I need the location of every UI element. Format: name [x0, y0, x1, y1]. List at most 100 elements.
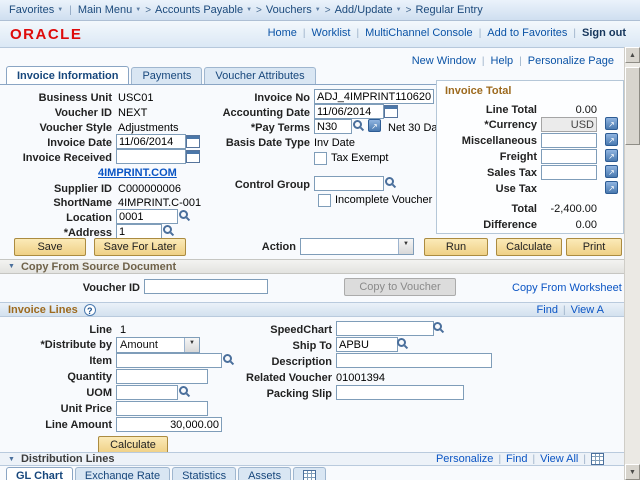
action-select[interactable]	[300, 238, 414, 255]
distribute-by-value: Amount	[120, 339, 158, 351]
new-window-link[interactable]: New Window	[412, 55, 476, 67]
supplier-website-link[interactable]: 4IMPRINT.COM	[98, 167, 177, 179]
find-link[interactable]: Find	[537, 304, 558, 316]
ship-to-label: Ship To	[292, 340, 332, 352]
location-input[interactable]	[116, 209, 178, 224]
distribute-by-select[interactable]: Amount	[116, 337, 200, 353]
multichannel-console-link[interactable]: MultiChannel Console	[365, 27, 473, 39]
tax-exempt-checkbox[interactable]	[314, 152, 327, 165]
uom-input[interactable]	[116, 385, 178, 400]
breadcrumb-add-update[interactable]: Add/Update	[335, 4, 402, 16]
distribution-title: Distribution Lines	[20, 453, 115, 465]
breadcrumb-regular-entry[interactable]: Regular Entry	[415, 4, 482, 16]
miscellaneous-detail-icon[interactable]	[605, 133, 618, 146]
supplier-id-label: Supplier ID	[53, 183, 112, 195]
worklist-link[interactable]: Worklist	[312, 27, 351, 39]
vertical-scrollbar[interactable]	[624, 47, 640, 480]
find-link[interactable]: Find	[506, 453, 527, 465]
unit-price-input[interactable]	[116, 401, 208, 416]
copy-from-worksheet-link[interactable]: Copy From Worksheet	[512, 282, 622, 294]
sales-tax-input[interactable]	[541, 165, 597, 180]
location-lookup-icon[interactable]	[178, 209, 191, 222]
line-amount-input[interactable]	[116, 417, 222, 432]
help-icon[interactable]	[83, 303, 96, 316]
speedchart-lookup-icon[interactable]	[432, 321, 445, 334]
breadcrumb-vouchers[interactable]: Vouchers	[266, 4, 321, 16]
show-all-columns-icon	[303, 470, 317, 480]
invoice-received-input[interactable]	[116, 149, 186, 164]
scrollbar-thumb[interactable]	[625, 67, 640, 145]
tab-exchange-rate[interactable]: Exchange Rate	[74, 467, 171, 480]
line-amount-label: Line Amount	[45, 419, 112, 431]
chevron-down-icon[interactable]	[398, 239, 413, 254]
freight-detail-icon[interactable]	[605, 149, 618, 162]
control-group-input[interactable]	[314, 176, 384, 191]
view-all-link[interactable]: View All	[540, 453, 578, 465]
save-button[interactable]: Save	[14, 238, 86, 256]
run-button[interactable]: Run	[424, 238, 488, 256]
breadcrumb-favorites[interactable]: Favorites	[9, 4, 63, 16]
collapse-icon[interactable]: ▼	[8, 263, 15, 270]
use-tax-detail-icon[interactable]	[605, 181, 618, 194]
add-to-favorites-link[interactable]: Add to Favorites	[487, 27, 567, 39]
tab-invoice-information[interactable]: Invoice Information	[6, 66, 130, 85]
pay-terms-input[interactable]	[314, 119, 352, 134]
accounting-date-label: Accounting Date	[222, 107, 310, 119]
collapse-icon[interactable]: ▼	[8, 456, 15, 463]
scroll-up-icon[interactable]	[625, 47, 640, 63]
home-link[interactable]: Home	[268, 27, 297, 39]
freight-input[interactable]	[541, 149, 597, 164]
address-lookup-icon[interactable]	[162, 224, 175, 237]
calculate-button[interactable]: Calculate	[496, 238, 562, 256]
voucher-id-label: Voucher ID	[54, 107, 112, 119]
quantity-input[interactable]	[116, 369, 208, 384]
sales-tax-detail-icon[interactable]	[605, 165, 618, 178]
address-input[interactable]	[116, 224, 162, 239]
breadcrumb-accounts-payable[interactable]: Accounts Payable	[155, 4, 252, 16]
accounting-date-calendar-icon[interactable]	[384, 105, 398, 118]
packing-slip-label: Packing Slip	[266, 388, 332, 400]
tab-show-all-columns[interactable]	[293, 467, 327, 480]
chevron-down-icon[interactable]	[184, 338, 199, 352]
tab-statistics[interactable]: Statistics	[172, 467, 237, 480]
view-all-link[interactable]: View A	[571, 304, 604, 316]
description-label: Description	[271, 356, 332, 368]
currency-detail-icon[interactable]	[605, 117, 618, 130]
invoice-received-calendar-icon[interactable]	[186, 150, 200, 163]
packing-slip-input[interactable]	[336, 385, 464, 400]
help-link[interactable]: Help	[491, 55, 514, 67]
miscellaneous-input[interactable]	[541, 133, 597, 148]
business-unit-label: Business Unit	[38, 92, 112, 104]
unit-price-label: Unit Price	[60, 403, 112, 415]
tab-voucher-attributes[interactable]: Voucher Attributes	[204, 67, 316, 85]
separator	[482, 55, 485, 67]
personalize-link[interactable]: Personalize	[436, 453, 493, 465]
pay-terms-detail-icon[interactable]	[368, 119, 381, 132]
voucher-id-value: NEXT	[118, 107, 148, 119]
tab-assets[interactable]: Assets	[238, 467, 292, 480]
accounting-date-input[interactable]	[314, 104, 384, 119]
breadcrumb-main-menu[interactable]: Main Menu	[78, 4, 141, 16]
copy-voucher-id-input[interactable]	[144, 279, 268, 294]
scroll-down-icon[interactable]	[625, 464, 640, 480]
currency-label: *Currency	[484, 119, 537, 131]
download-grid-icon[interactable]	[591, 453, 604, 465]
print-button[interactable]: Print	[566, 238, 622, 256]
incomplete-voucher-checkbox[interactable]	[318, 194, 331, 207]
speedchart-input[interactable]	[336, 321, 434, 336]
ship-to-input[interactable]	[336, 337, 398, 352]
sign-out-link[interactable]: Sign out	[582, 27, 626, 39]
description-input[interactable]	[336, 353, 492, 368]
tab-gl-chart[interactable]: GL Chart	[6, 467, 73, 480]
control-group-lookup-icon[interactable]	[384, 176, 397, 189]
uom-lookup-icon[interactable]	[178, 385, 191, 398]
invoice-no-input[interactable]	[314, 89, 434, 104]
business-unit-value: USC01	[118, 92, 154, 104]
pay-terms-lookup-icon[interactable]	[352, 119, 365, 132]
line-label: Line	[89, 324, 112, 336]
personalize-page-link[interactable]: Personalize Page	[528, 55, 614, 67]
save-for-later-button[interactable]: Save For Later	[94, 238, 186, 256]
tab-payments[interactable]: Payments	[131, 67, 203, 85]
invoice-date-input[interactable]	[116, 134, 186, 149]
ship-to-lookup-icon[interactable]	[396, 337, 409, 350]
